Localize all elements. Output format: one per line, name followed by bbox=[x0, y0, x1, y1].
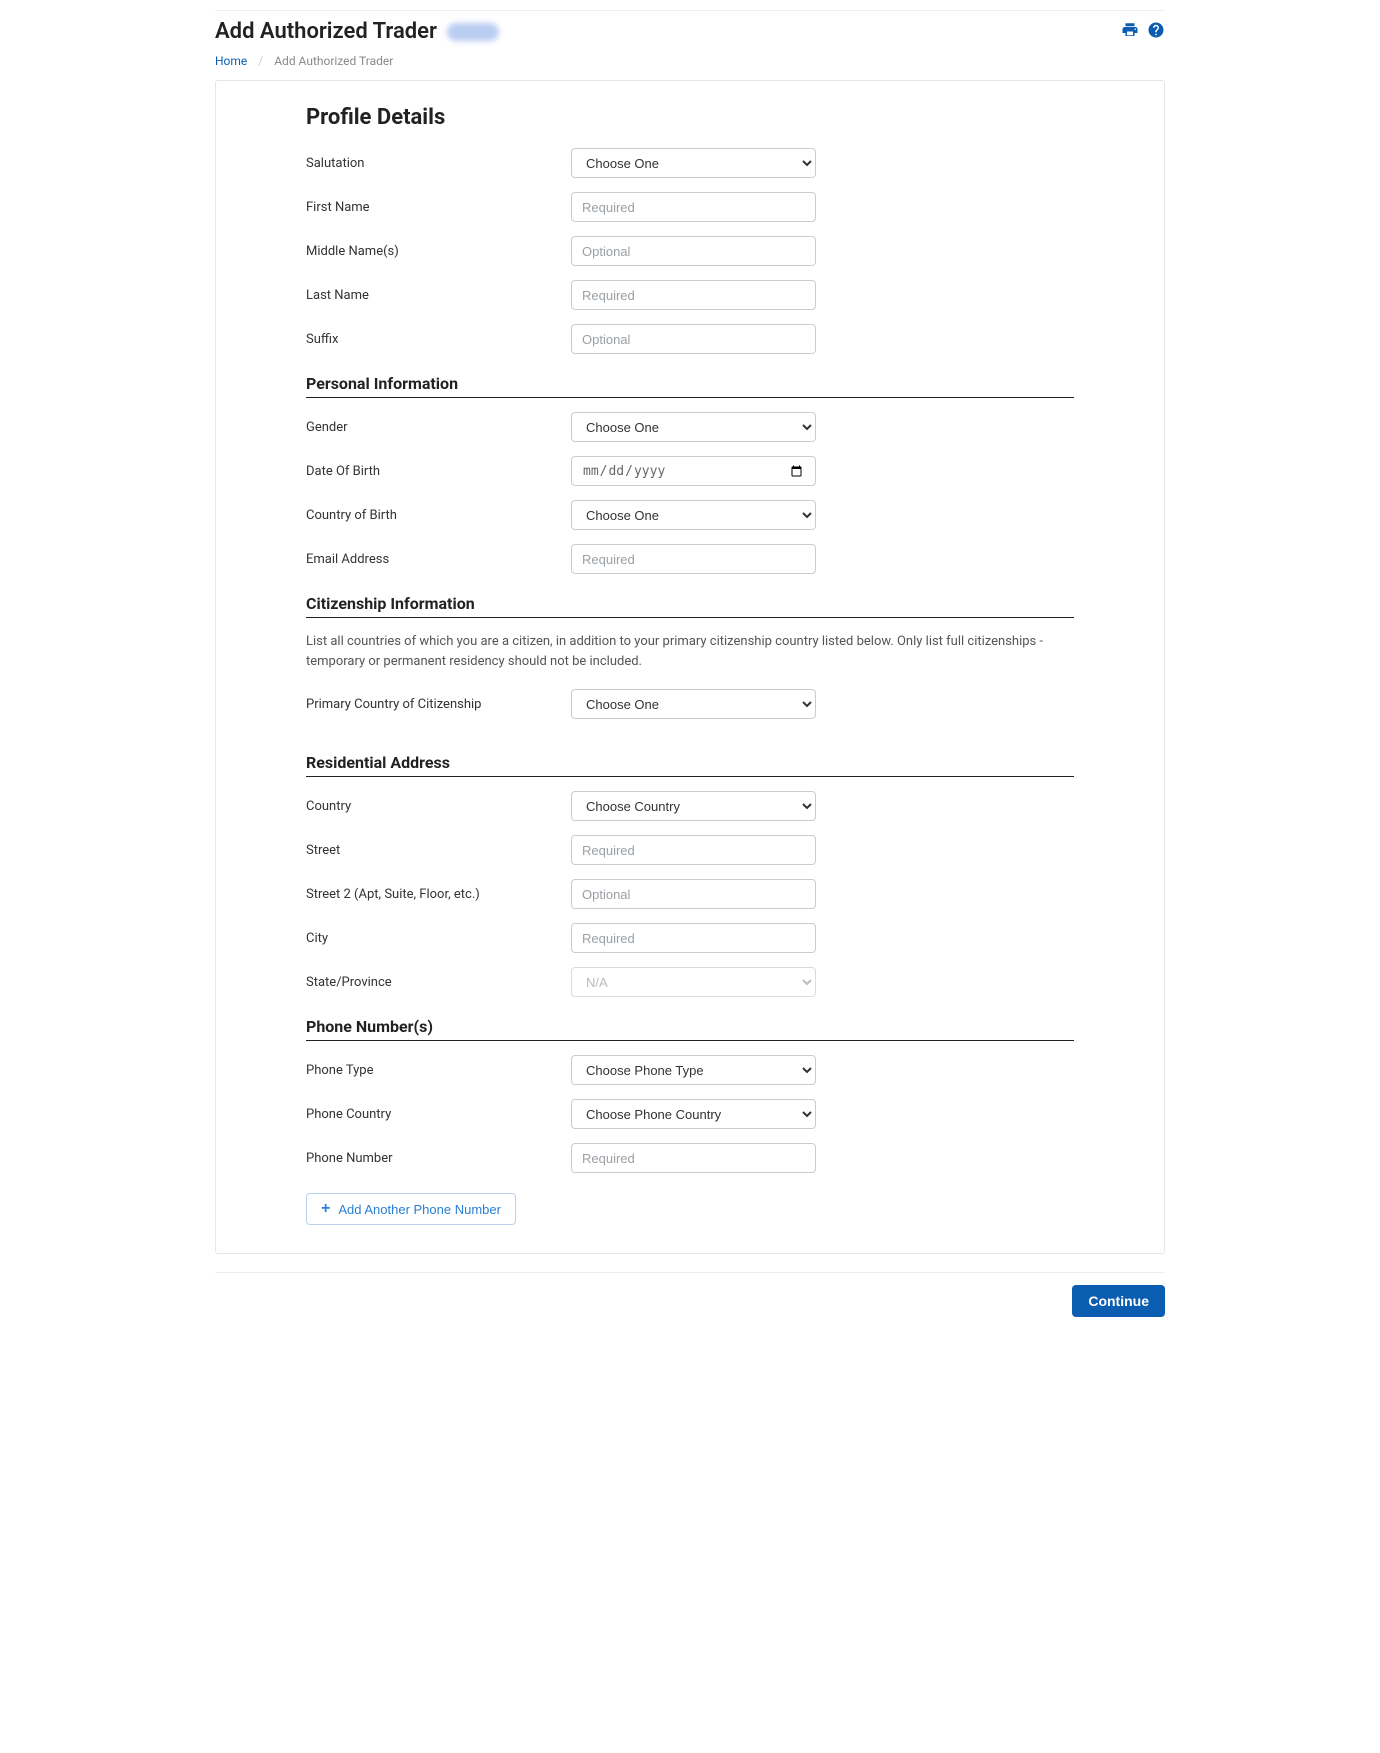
print-icon[interactable] bbox=[1121, 21, 1139, 43]
label-country: Country bbox=[306, 791, 571, 814]
input-street2[interactable] bbox=[571, 879, 816, 909]
input-city[interactable] bbox=[571, 923, 816, 953]
breadcrumb-current: Add Authorized Trader bbox=[274, 54, 393, 68]
section-phone-title: Phone Number(s) bbox=[306, 1017, 1074, 1041]
select-gender[interactable]: Choose One bbox=[571, 412, 816, 442]
label-phone-number: Phone Number bbox=[306, 1143, 571, 1166]
label-phone-country: Phone Country bbox=[306, 1099, 571, 1122]
label-middle-name: Middle Name(s) bbox=[306, 236, 571, 259]
label-city: City bbox=[306, 923, 571, 946]
label-last-name: Last Name bbox=[306, 280, 571, 303]
add-phone-label: Add Another Phone Number bbox=[338, 1202, 501, 1217]
add-phone-button[interactable]: + Add Another Phone Number bbox=[306, 1193, 516, 1225]
input-street[interactable] bbox=[571, 835, 816, 865]
select-phone-type[interactable]: Choose Phone Type bbox=[571, 1055, 816, 1085]
section-profile-title: Profile Details bbox=[306, 105, 1074, 130]
label-street: Street bbox=[306, 835, 571, 858]
label-gender: Gender bbox=[306, 412, 571, 435]
help-icon[interactable] bbox=[1147, 21, 1165, 43]
label-state: State/Province bbox=[306, 967, 571, 990]
input-first-name[interactable] bbox=[571, 192, 816, 222]
input-dob[interactable] bbox=[571, 456, 816, 486]
section-personal-title: Personal Information bbox=[306, 374, 1074, 398]
label-primary-citizenship: Primary Country of Citizenship bbox=[306, 689, 571, 712]
label-dob: Date Of Birth bbox=[306, 456, 571, 479]
input-suffix[interactable] bbox=[571, 324, 816, 354]
input-middle-name[interactable] bbox=[571, 236, 816, 266]
breadcrumb: Home / Add Authorized Trader bbox=[215, 50, 1165, 80]
label-email: Email Address bbox=[306, 544, 571, 567]
plus-icon: + bbox=[321, 1201, 330, 1217]
label-phone-type: Phone Type bbox=[306, 1055, 571, 1078]
select-phone-country[interactable]: Choose Phone Country bbox=[571, 1099, 816, 1129]
select-state[interactable]: N/A bbox=[571, 967, 816, 997]
page-title: Add Authorized Trader bbox=[215, 19, 437, 44]
section-citizenship-title: Citizenship Information bbox=[306, 594, 1074, 618]
select-country[interactable]: Choose Country bbox=[571, 791, 816, 821]
label-suffix: Suffix bbox=[306, 324, 571, 347]
input-last-name[interactable] bbox=[571, 280, 816, 310]
citizenship-note: List all countries of which you are a ci… bbox=[306, 632, 1074, 671]
select-country-birth[interactable]: Choose One bbox=[571, 500, 816, 530]
redacted-chip bbox=[447, 23, 499, 41]
breadcrumb-home[interactable]: Home bbox=[215, 54, 247, 68]
label-country-birth: Country of Birth bbox=[306, 500, 571, 523]
label-first-name: First Name bbox=[306, 192, 571, 215]
input-email[interactable] bbox=[571, 544, 816, 574]
section-address-title: Residential Address bbox=[306, 753, 1074, 777]
select-salutation[interactable]: Choose One bbox=[571, 148, 816, 178]
select-primary-citizenship[interactable]: Choose One bbox=[571, 689, 816, 719]
label-salutation: Salutation bbox=[306, 148, 571, 171]
label-street2: Street 2 (Apt, Suite, Floor, etc.) bbox=[306, 879, 571, 902]
continue-button[interactable]: Continue bbox=[1072, 1285, 1165, 1317]
input-phone-number[interactable] bbox=[571, 1143, 816, 1173]
